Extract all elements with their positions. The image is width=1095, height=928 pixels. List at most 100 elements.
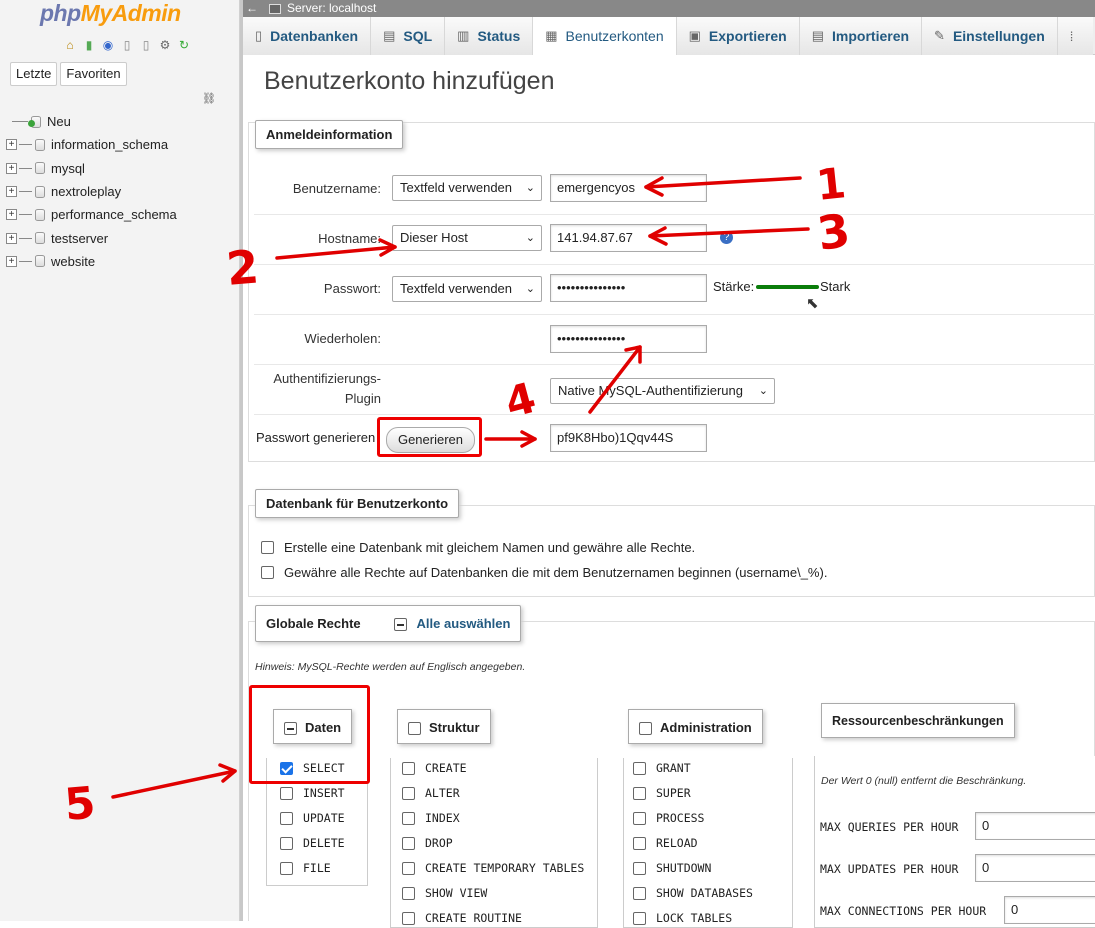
- tree-item-new[interactable]: Neu: [6, 110, 236, 133]
- database-icon: [35, 208, 45, 221]
- tab-databases[interactable]: ▯ Datenbanken: [243, 17, 372, 55]
- priv-file[interactable]: FILE: [280, 861, 331, 875]
- expand-icon[interactable]: +: [6, 255, 17, 267]
- priv-delete-checkbox[interactable]: [280, 836, 293, 850]
- priv-create-routine[interactable]: CREATE ROUTINE: [402, 911, 522, 925]
- max-connections-input[interactable]: 0: [1004, 896, 1095, 924]
- tree-item-database[interactable]: + nextroleplay: [6, 180, 236, 203]
- structure-privileges-legend[interactable]: Struktur: [397, 709, 491, 744]
- expand-icon[interactable]: +: [6, 186, 17, 198]
- sidebar-resize-handle[interactable]: [240, 0, 243, 921]
- priv-update[interactable]: UPDATE: [280, 811, 345, 825]
- priv-reload[interactable]: RELOAD: [633, 836, 698, 850]
- tab-sql[interactable]: ▤ SQL: [371, 17, 446, 55]
- priv-super[interactable]: SUPER: [633, 786, 691, 800]
- username-input[interactable]: emergencyos: [550, 174, 707, 202]
- tree-item-database[interactable]: + information_schema: [6, 133, 236, 156]
- max-queries-input[interactable]: 0: [975, 812, 1095, 840]
- priv-index-checkbox[interactable]: [402, 811, 415, 825]
- tree-item-database[interactable]: + testserver: [6, 226, 236, 249]
- expand-icon[interactable]: +: [6, 209, 17, 221]
- priv-index[interactable]: INDEX: [402, 811, 460, 825]
- expand-icon[interactable]: +: [6, 139, 17, 151]
- expand-icon[interactable]: +: [6, 232, 17, 244]
- auth-plugin-select[interactable]: Native MySQL-Authentifizierung ⌄: [550, 378, 775, 404]
- hostname-mode-select[interactable]: Dieser Host ⌄: [392, 225, 542, 251]
- priv-show-view-checkbox[interactable]: [402, 886, 415, 900]
- chevron-down-icon: ⌄: [525, 182, 535, 194]
- structure-select-all-checkbox[interactable]: [408, 722, 421, 736]
- priv-insert-checkbox[interactable]: [280, 786, 293, 800]
- tab-import[interactable]: ▤ Importieren: [799, 17, 923, 55]
- home-icon[interactable]: ⌂: [62, 37, 78, 53]
- reload-icon[interactable]: ↻: [176, 37, 192, 53]
- priv-process[interactable]: PROCESS: [633, 811, 704, 825]
- priv-update-checkbox[interactable]: [280, 811, 293, 825]
- select-all-checkbox[interactable]: [393, 618, 407, 632]
- priv-reload-checkbox[interactable]: [633, 836, 646, 850]
- favorites-tab[interactable]: Favoriten: [60, 62, 127, 86]
- hostname-input[interactable]: 141.94.87.67: [550, 224, 707, 252]
- sql-doc-icon[interactable]: ▯: [138, 37, 154, 53]
- admin-privileges-legend[interactable]: Administration: [628, 709, 763, 744]
- tree-item-database[interactable]: + website: [6, 250, 236, 273]
- tab-settings[interactable]: ✎ Einstellungen: [922, 17, 1058, 55]
- priv-drop-checkbox[interactable]: [402, 836, 415, 850]
- priv-file-checkbox[interactable]: [280, 861, 293, 875]
- priv-super-checkbox[interactable]: [633, 786, 646, 800]
- username-mode-select[interactable]: Textfeld verwenden ⌄: [392, 175, 542, 201]
- priv-shutdown[interactable]: SHUTDOWN: [633, 861, 711, 875]
- create-db-checkbox[interactable]: [261, 541, 274, 554]
- create-db-option[interactable]: Erstelle eine Datenbank mit gleichem Nam…: [261, 540, 695, 555]
- grant-prefix-checkbox[interactable]: [261, 566, 274, 579]
- privileges-hint: Hinweis: MySQL-Rechte werden auf Englisc…: [255, 661, 526, 673]
- tab-more[interactable]: ⁞: [1057, 17, 1094, 55]
- settings-gear-icon[interactable]: ⚙: [157, 37, 173, 53]
- help-icon[interactable]: ◉: [100, 37, 116, 53]
- priv-process-checkbox[interactable]: [633, 811, 646, 825]
- password-mode-select[interactable]: Textfeld verwenden ⌄: [392, 276, 542, 302]
- tab-user-accounts[interactable]: ▦ Benutzerkonten: [533, 17, 677, 55]
- priv-drop[interactable]: DROP: [402, 836, 453, 850]
- admin-select-all-checkbox[interactable]: [639, 722, 652, 736]
- priv-create-checkbox[interactable]: [402, 761, 415, 775]
- grant-prefix-option[interactable]: Gewähre alle Rechte auf Datenbanken die …: [261, 565, 827, 580]
- phpmyadmin-logo[interactable]: phpMyAdmin: [40, 0, 181, 27]
- logout-icon[interactable]: ▮: [81, 37, 97, 53]
- priv-lock-tables-checkbox[interactable]: [633, 911, 646, 925]
- docs-icon[interactable]: ▯: [119, 37, 135, 53]
- priv-create[interactable]: CREATE: [402, 761, 467, 775]
- repeat-password-input[interactable]: •••••••••••••••: [550, 325, 707, 353]
- priv-grant-checkbox[interactable]: [633, 761, 646, 775]
- select-all-label[interactable]: Alle auswählen: [417, 616, 511, 631]
- priv-show-view[interactable]: SHOW VIEW: [402, 886, 487, 900]
- priv-grant[interactable]: GRANT: [633, 761, 691, 775]
- collapse-sidebar-icon[interactable]: ←: [243, 0, 261, 17]
- max-updates-input[interactable]: 0: [975, 854, 1095, 882]
- expand-icon[interactable]: +: [6, 162, 17, 174]
- priv-lock-tables[interactable]: LOCK TABLES: [633, 911, 732, 925]
- priv-alter-checkbox[interactable]: [402, 786, 415, 800]
- tab-status[interactable]: ▥ Status: [445, 17, 534, 55]
- tree-item-database[interactable]: + performance_schema: [6, 203, 236, 226]
- select-value: Dieser Host: [400, 230, 468, 245]
- generated-password-input[interactable]: pf9K8Hbo)1Qqv44S: [550, 424, 707, 452]
- tree-item-database[interactable]: + mysql: [6, 157, 236, 180]
- recent-tab[interactable]: Letzte: [10, 62, 58, 86]
- server-title[interactable]: Server: localhost: [287, 0, 376, 17]
- priv-delete[interactable]: DELETE: [280, 836, 345, 850]
- priv-create-routine-checkbox[interactable]: [402, 911, 415, 925]
- priv-create-temp-checkbox[interactable]: [402, 861, 415, 875]
- password-input[interactable]: •••••••••••••••: [550, 274, 707, 302]
- users-icon: ▦: [545, 28, 558, 43]
- help-icon[interactable]: ?: [720, 231, 733, 244]
- priv-shutdown-checkbox[interactable]: [633, 861, 646, 875]
- link-chain-icon[interactable]: ⛓: [202, 92, 216, 105]
- tree-connector: [19, 214, 32, 216]
- priv-show-databases[interactable]: SHOW DATABASES: [633, 886, 753, 900]
- priv-alter[interactable]: ALTER: [402, 786, 460, 800]
- priv-insert[interactable]: INSERT: [280, 786, 345, 800]
- tab-export[interactable]: ▣ Exportieren: [676, 17, 800, 55]
- priv-show-databases-checkbox[interactable]: [633, 886, 646, 900]
- priv-create-temporary-tables[interactable]: CREATE TEMPORARY TABLES: [402, 861, 584, 875]
